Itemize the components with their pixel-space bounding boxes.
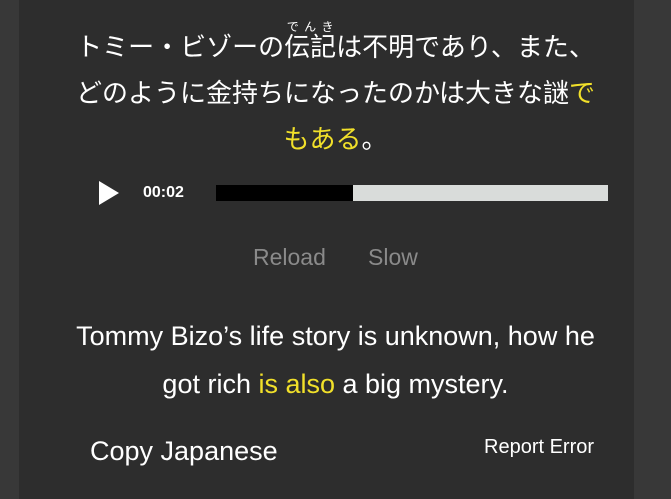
progress-fill xyxy=(216,185,354,201)
japanese-text-segment: は不明であり、また、 xyxy=(336,33,595,63)
japanese-highlight: もある xyxy=(283,125,362,155)
slow-button[interactable]: Slow xyxy=(368,244,418,271)
japanese-text-segment: どのように金持ちになったのかは大きな謎 xyxy=(76,79,569,109)
japanese-line-1: トミー・ビゾーの伝記でんきは不明であり、また、 xyxy=(0,20,671,71)
progress-bar[interactable] xyxy=(216,185,608,201)
furigana-base: 伝記 xyxy=(284,33,337,63)
japanese-highlight: で xyxy=(568,79,595,109)
japanese-text-segment: トミー・ビゾーの xyxy=(76,33,285,63)
english-line-1: Tommy Bizo’s life story is unknown, how … xyxy=(76,321,595,351)
english-translation: Tommy Bizo’s life story is unknown, how … xyxy=(0,312,671,408)
audio-player: 00:02 xyxy=(97,176,609,210)
copy-japanese-button[interactable]: Copy Japanese xyxy=(90,436,278,467)
report-error-button[interactable]: Report Error xyxy=(484,436,594,459)
japanese-line-3: もある。 xyxy=(0,117,671,163)
english-line-2: got rich is also a big mystery. xyxy=(0,360,671,408)
play-button[interactable] xyxy=(97,179,121,207)
japanese-line-2: どのように金持ちになったのかは大きな謎で xyxy=(0,71,671,117)
japanese-text-segment: 。 xyxy=(361,125,388,155)
japanese-sentence: トミー・ビゾーの伝記でんきは不明であり、また、 どのように金持ちになったのかは大… xyxy=(0,20,671,163)
play-icon xyxy=(99,181,119,205)
english-highlight: is also xyxy=(258,369,335,399)
english-text-segment: a big mystery. xyxy=(335,369,509,399)
furigana-reading: でんき xyxy=(284,20,337,34)
furigana-word: 伝記でんき xyxy=(284,21,337,63)
reload-button[interactable]: Reload xyxy=(253,244,326,271)
english-text-segment: got rich xyxy=(162,369,259,399)
playback-time: 00:02 xyxy=(143,184,184,201)
